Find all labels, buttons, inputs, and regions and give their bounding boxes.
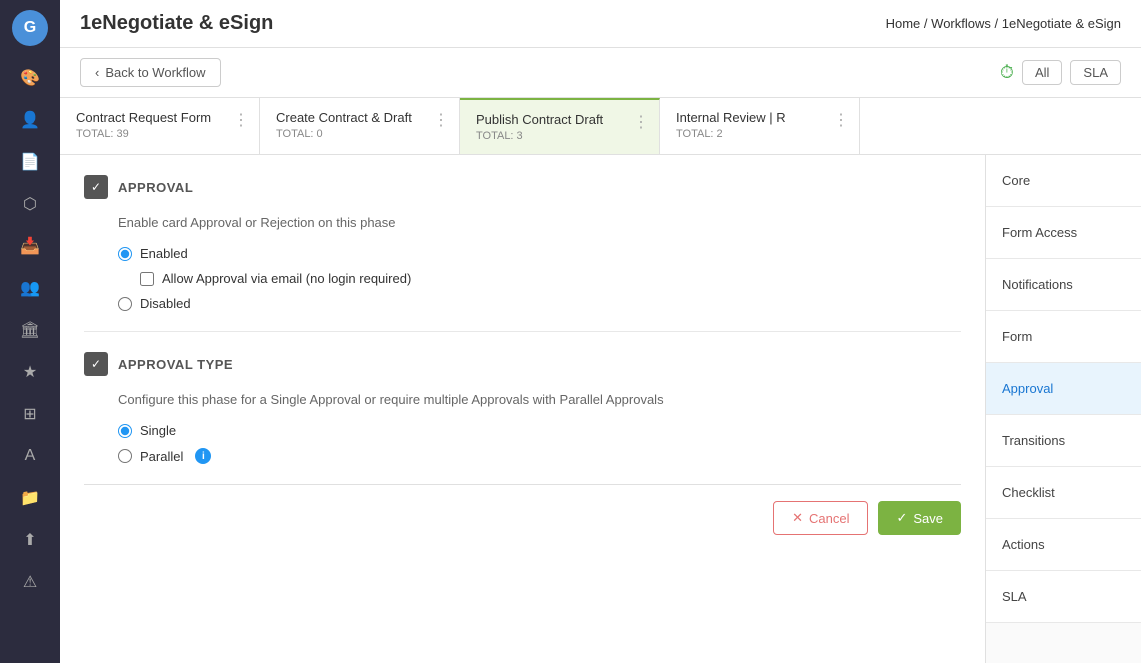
right-panel-approval[interactable]: Approval <box>986 363 1141 415</box>
sidebar-icon-inbox[interactable]: 📥 <box>12 228 48 264</box>
approval-disabled-label: Disabled <box>140 296 191 311</box>
single-approval-label: Single <box>140 423 176 438</box>
back-chevron-icon: ‹ <box>95 65 99 80</box>
approval-type-icon: ✓ <box>84 352 108 376</box>
parallel-info-icon[interactable]: i <box>195 448 211 464</box>
page-header: 1eNegotiate & eSign Home / Workflows / 1… <box>60 0 1141 48</box>
clock-icon: ⏱ <box>1000 62 1014 83</box>
email-approval-checkbox-item[interactable]: Allow Approval via email (no login requi… <box>140 271 961 286</box>
breadcrumb-workflows[interactable]: Workflows <box>931 16 991 31</box>
cancel-button[interactable]: ✕ Cancel <box>773 501 868 535</box>
approval-section-header: ✓ APPROVAL <box>84 175 961 199</box>
approval-enabled-option[interactable]: Enabled <box>118 246 961 261</box>
approval-description: Enable card Approval or Rejection on thi… <box>84 215 961 230</box>
sidebar-icon-bank[interactable]: 🏛 <box>12 312 48 348</box>
tab-create-contract-draft[interactable]: Create Contract & Draft TOTAL: 0 ⋮ <box>260 98 460 154</box>
content-area: ✓ APPROVAL Enable card Approval or Rejec… <box>60 155 1141 663</box>
sidebar-icon-upload[interactable]: ⬆ <box>12 522 48 558</box>
main-content: 1eNegotiate & eSign Home / Workflows / 1… <box>60 0 1141 663</box>
tab-total-2: TOTAL: 0 <box>276 128 443 140</box>
right-panel: Core Form Access Notifications Form Appr… <box>986 155 1141 663</box>
sidebar-icon-star[interactable]: ★ <box>12 354 48 390</box>
tab-menu-icon-3[interactable]: ⋮ <box>633 112 649 132</box>
sidebar-icon-users[interactable]: 👤 <box>12 102 48 138</box>
approval-section-title: APPROVAL <box>118 180 193 195</box>
parallel-approval-radio[interactable] <box>118 449 132 463</box>
cancel-x-icon: ✕ <box>792 510 803 526</box>
sidebar-icon-layers[interactable]: ⬡ <box>12 186 48 222</box>
right-panel-form[interactable]: Form <box>986 311 1141 363</box>
all-button[interactable]: All <box>1022 60 1062 85</box>
parallel-approval-option[interactable]: Parallel i <box>118 448 961 464</box>
sla-controls: ⏱ All SLA <box>1000 60 1121 85</box>
approval-disabled-option[interactable]: Disabled <box>118 296 961 311</box>
tab-publish-contract-draft[interactable]: Publish Contract Draft TOTAL: 3 ⋮ <box>460 98 660 154</box>
approval-type-section-header: ✓ APPROVAL TYPE <box>84 352 961 376</box>
page-title: 1eNegotiate & eSign <box>80 12 273 35</box>
approval-type-radio-group: Single Parallel i <box>84 423 961 464</box>
main-panel: ✓ APPROVAL Enable card Approval or Rejec… <box>60 155 986 663</box>
sidebar-icon-warning[interactable]: ⚠ <box>12 564 48 600</box>
approval-radio-group: Enabled Allow Approval via email (no log… <box>84 246 961 311</box>
sla-button[interactable]: SLA <box>1070 60 1121 85</box>
right-panel-notifications[interactable]: Notifications <box>986 259 1141 311</box>
right-panel-core[interactable]: Core <box>986 155 1141 207</box>
right-panel-actions[interactable]: Actions <box>986 519 1141 571</box>
toolbar: ‹ Back to Workflow ⏱ All SLA <box>60 48 1141 98</box>
right-panel-checklist[interactable]: Checklist <box>986 467 1141 519</box>
sidebar-icon-folder[interactable]: 📁 <box>12 480 48 516</box>
workflow-tabs: Contract Request Form TOTAL: 39 ⋮ Create… <box>60 98 1141 155</box>
sidebar-icon-grid[interactable]: ⊞ <box>12 396 48 432</box>
save-button[interactable]: ✓ Save <box>878 501 961 535</box>
tab-total-3: TOTAL: 3 <box>476 130 643 142</box>
right-panel-sla[interactable]: SLA <box>986 571 1141 623</box>
approval-enabled-radio[interactable] <box>118 247 132 261</box>
tab-menu-icon-2[interactable]: ⋮ <box>433 110 449 130</box>
sidebar-icon-team[interactable]: 👥 <box>12 270 48 306</box>
parallel-approval-label: Parallel <box>140 449 183 464</box>
tab-total-1: TOTAL: 39 <box>76 128 243 140</box>
back-button-label: Back to Workflow <box>105 65 205 80</box>
tab-internal-review[interactable]: Internal Review | R TOTAL: 2 ⋮ <box>660 98 860 154</box>
section-divider <box>84 331 961 332</box>
breadcrumb: Home / Workflows / 1eNegotiate & eSign <box>886 16 1121 31</box>
tab-title-3: Publish Contract Draft <box>476 112 643 127</box>
breadcrumb-current: 1eNegotiate & eSign <box>1002 16 1121 31</box>
tab-title-1: Contract Request Form <box>76 110 243 125</box>
tab-total-4: TOTAL: 2 <box>676 128 843 140</box>
tab-menu-icon-1[interactable]: ⋮ <box>233 110 249 130</box>
email-approval-checkbox[interactable] <box>140 272 154 286</box>
approval-icon: ✓ <box>84 175 108 199</box>
tab-title-4: Internal Review | R <box>676 110 843 125</box>
single-approval-radio[interactable] <box>118 424 132 438</box>
action-bar: ✕ Cancel ✓ Save <box>84 484 961 535</box>
approval-type-section-title: APPROVAL TYPE <box>118 357 233 372</box>
sidebar-icon-documents[interactable]: 📄 <box>12 144 48 180</box>
approval-enabled-label: Enabled <box>140 246 188 261</box>
breadcrumb-home[interactable]: Home <box>886 16 921 31</box>
save-check-icon: ✓ <box>896 510 907 526</box>
sidebar-icon-text[interactable]: A <box>12 438 48 474</box>
cancel-label: Cancel <box>809 511 849 526</box>
save-label: Save <box>913 511 943 526</box>
right-panel-transitions[interactable]: Transitions <box>986 415 1141 467</box>
back-to-workflow-button[interactable]: ‹ Back to Workflow <box>80 58 221 87</box>
approval-disabled-radio[interactable] <box>118 297 132 311</box>
sidebar-icon-dashboard[interactable]: 🎨 <box>12 60 48 96</box>
right-panel-form-access[interactable]: Form Access <box>986 207 1141 259</box>
email-approval-label: Allow Approval via email (no login requi… <box>162 271 411 286</box>
sidebar-logo: G <box>12 10 48 46</box>
tab-title-2: Create Contract & Draft <box>276 110 443 125</box>
sidebar: G 🎨 👤 📄 ⬡ 📥 👥 🏛 ★ ⊞ A 📁 ⬆ ⚠ <box>0 0 60 663</box>
approval-type-description: Configure this phase for a Single Approv… <box>84 392 961 407</box>
tab-contract-request-form[interactable]: Contract Request Form TOTAL: 39 ⋮ <box>60 98 260 154</box>
single-approval-option[interactable]: Single <box>118 423 961 438</box>
tab-menu-icon-4[interactable]: ⋮ <box>833 110 849 130</box>
